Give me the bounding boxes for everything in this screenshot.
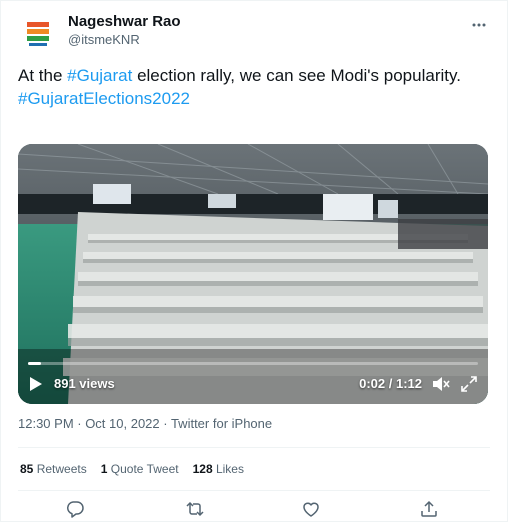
hashtag-gujarat-elections[interactable]: #GujaratElections2022 [18,89,190,108]
play-icon[interactable] [29,376,43,392]
action-bar [1,499,508,521]
video-frame [18,144,488,404]
hashtag-gujarat[interactable]: #Gujarat [67,66,132,85]
retweet-icon [186,501,204,517]
video-player[interactable]: 891 views 0:02 / 1:12 [18,144,488,404]
likes-count: 128 [192,462,213,476]
retweets-label: Retweets [36,462,87,476]
author-name[interactable]: Nageshwar Rao [68,13,181,30]
retweets-count: 85 [20,462,34,476]
video-progress-track[interactable] [28,362,478,365]
tweet-timestamp[interactable]: 12:30 PM · Oct 10, 2022 · Twitter for iP… [18,416,272,431]
share-icon [421,500,437,517]
video-progress-fill [28,362,41,365]
quotes-stat[interactable]: 1 Quote Tweet [101,462,179,476]
like-button[interactable] [301,499,321,519]
avatar-logo [18,13,58,53]
tweet-text: At the #Gujarat election rally, we can s… [18,64,488,110]
like-icon [303,502,319,517]
mute-icon[interactable] [432,375,450,393]
view-count: 891 views [54,376,115,391]
tweet-text-before: At the [18,66,68,85]
fullscreen-icon[interactable] [460,375,478,393]
share-button[interactable] [419,499,439,519]
quotes-label: Quote Tweet [110,462,179,476]
retweets-stat[interactable]: 85 Retweets [20,462,87,476]
likes-label: Likes [215,462,244,476]
reply-button[interactable] [65,499,85,519]
tweet-card: Nageshwar Rao @itsmeKNR At the #Gujarat … [0,0,508,522]
divider [18,447,490,448]
engagement-stats: 85 Retweets 1 Quote Tweet 128 Likes [20,462,244,476]
retweet-button[interactable] [185,499,205,519]
more-options-icon[interactable] [469,15,489,35]
reply-icon [66,501,84,518]
likes-stat[interactable]: 128 Likes [193,462,244,476]
divider [18,490,490,491]
tweet-text-after: election rally, we can see Modi's popula… [132,66,461,85]
avatar[interactable] [18,13,58,53]
quotes-count: 1 [100,462,108,476]
video-time: 0:02 / 1:12 [359,376,422,391]
author-handle[interactable]: @itsmeKNR [68,32,140,47]
